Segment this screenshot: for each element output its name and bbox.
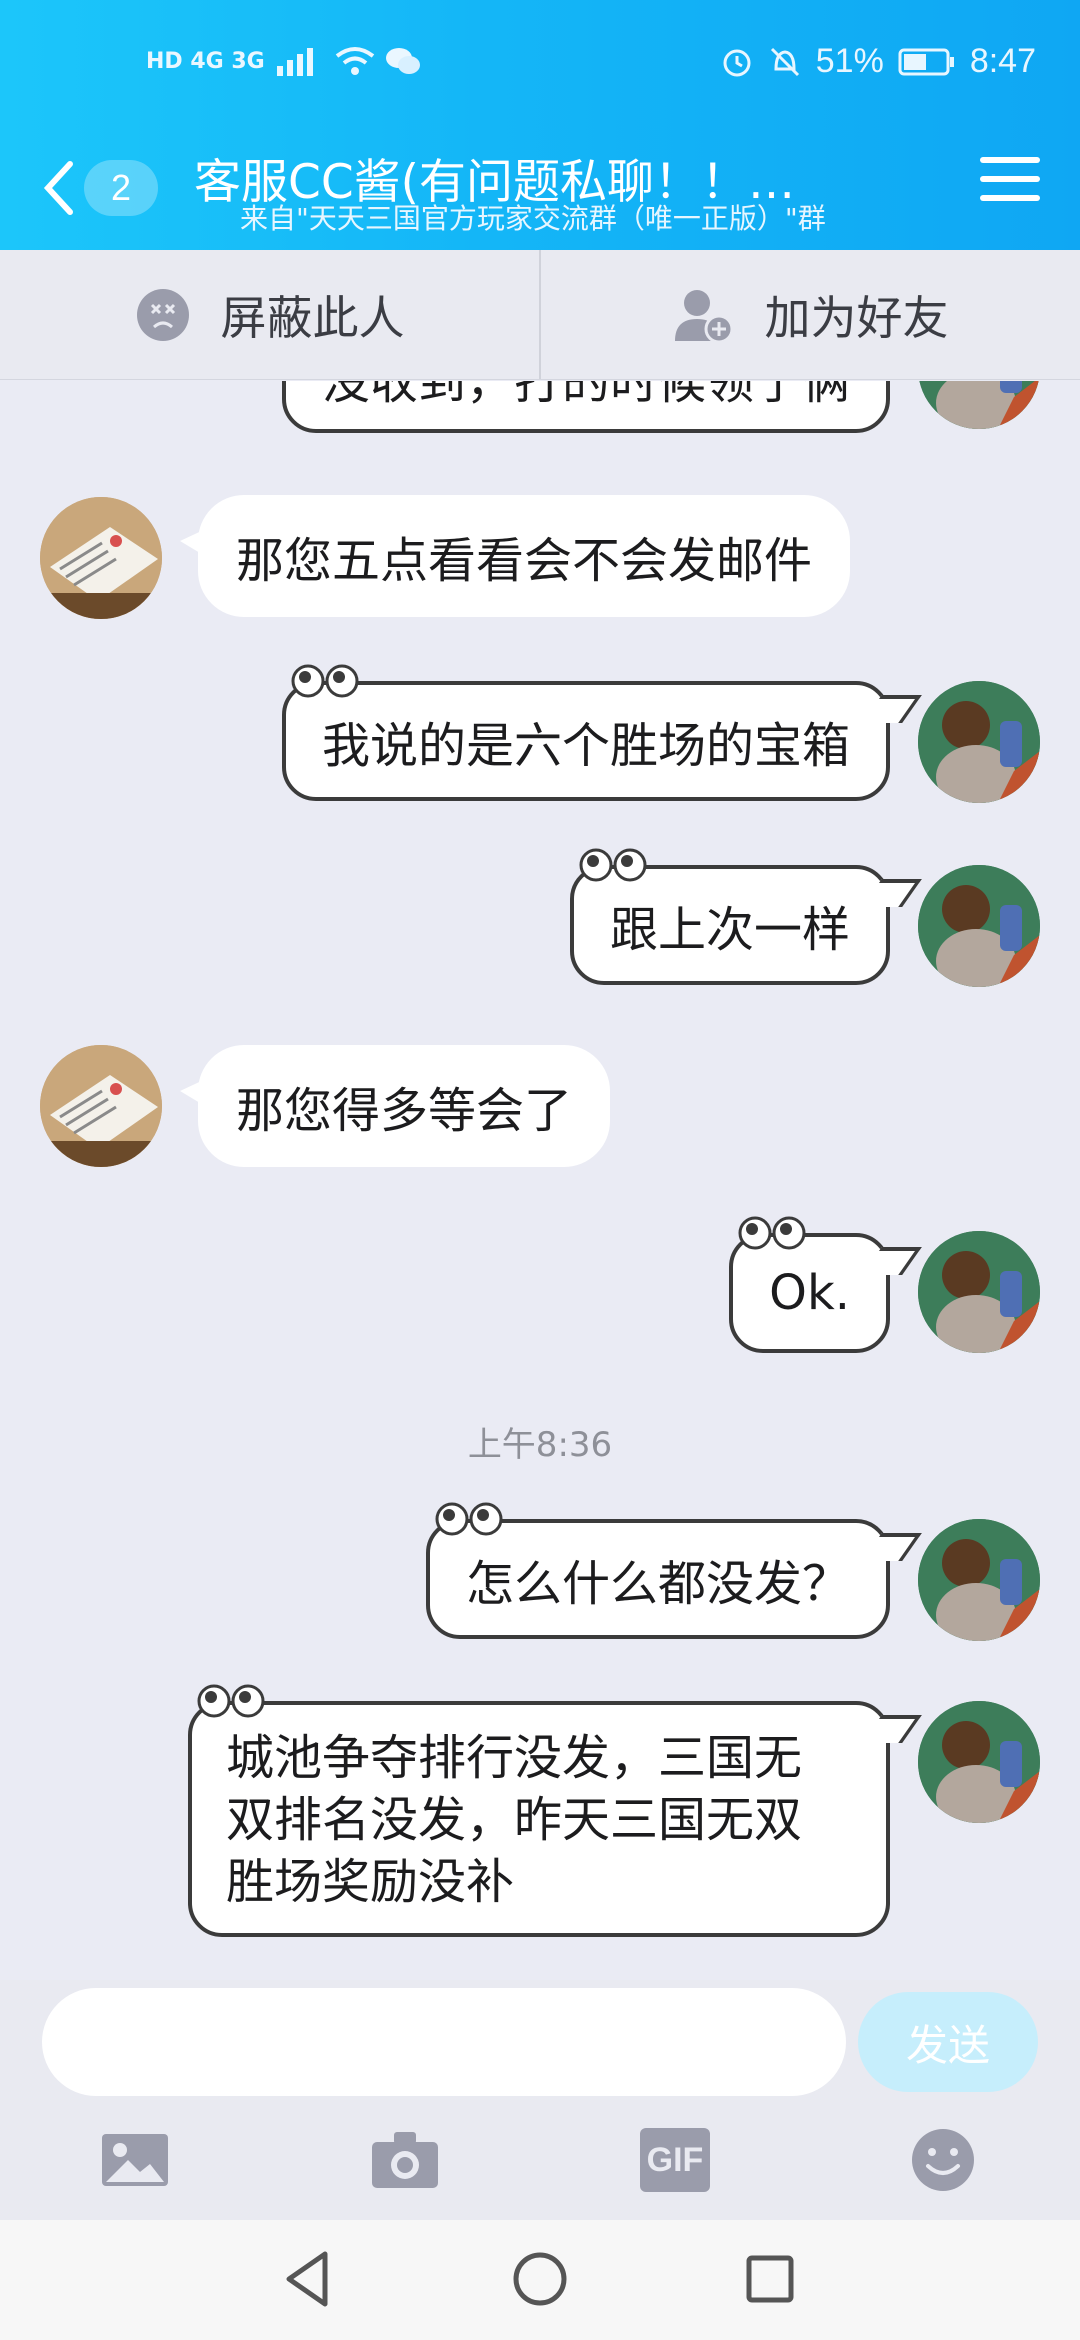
network-indicators: HD 4G 3G — [146, 48, 265, 74]
nav-recents-icon[interactable] — [735, 2244, 805, 2314]
avatar[interactable] — [40, 1045, 162, 1167]
battery-percent: 51% — [815, 42, 884, 80]
block-user-label: 屏蔽此人 — [220, 290, 405, 345]
system-nav-bar — [0, 2220, 1080, 2340]
back-button[interactable]: 2 — [42, 153, 172, 223]
bubble-eyes-decoration — [197, 1684, 265, 1718]
message-text: 怎么什么都没发？ — [465, 1556, 850, 1612]
avatar[interactable] — [40, 497, 162, 619]
message-text: 没收到，打的时候领了俩 — [321, 381, 850, 410]
nav-back-icon[interactable] — [275, 2244, 345, 2314]
wechat-icon — [385, 48, 420, 74]
bubble-eyes-decoration — [738, 1216, 806, 1250]
wifi-icon — [335, 47, 374, 75]
message-text-line: 双排名没发，昨天三国无双 — [226, 1792, 803, 1848]
bubble-eyes-decoration — [435, 1502, 503, 1536]
gif-label: GIF — [646, 2140, 704, 2179]
add-friend-label: 加为好友 — [764, 290, 949, 345]
chevron-left-icon — [43, 161, 73, 215]
chat-header: HD 4G 3G 51% 8:47 2 客服CC酱(有问题私聊！！… 来自"天天… — [0, 0, 1080, 250]
message-list[interactable]: 没收到，打的时候领了俩 那您五点看看会不会发邮件 我说的是六个胜场的宝箱 跟上次… — [0, 381, 1080, 1981]
message-text: 跟上次一样 — [609, 902, 850, 958]
bubble-eyes-decoration — [291, 664, 359, 698]
message-bubble[interactable]: 跟上次一样 — [569, 848, 890, 985]
battery-icon — [898, 48, 954, 75]
camera-icon[interactable] — [370, 2128, 440, 2192]
action-bar: 屏蔽此人 加为好友 — [0, 250, 1080, 380]
message-text-line: 胜场奖励没补 — [226, 1854, 515, 1910]
avatar[interactable] — [918, 1231, 1040, 1353]
message-bubble[interactable]: 那您得多等会了 — [179, 1045, 611, 1167]
clock: 8:47 — [969, 42, 1036, 80]
message-text: 那您五点看看会不会发邮件 — [236, 533, 813, 589]
add-user-icon — [674, 289, 733, 343]
add-friend-button[interactable]: 加为好友 — [539, 250, 1080, 379]
message-text-line: 城池争夺排行没发，三国无 — [226, 1730, 803, 1786]
timestamp: 上午8:36 — [467, 1425, 613, 1465]
message-text: 我说的是六个胜场的宝箱 — [321, 718, 850, 774]
menu-icon[interactable] — [980, 157, 1040, 207]
block-user-button[interactable]: 屏蔽此人 — [0, 250, 539, 379]
gif-icon[interactable]: GIF — [640, 2128, 710, 2192]
message-bubble[interactable]: 城池争夺排行没发，三国无 双排名没发，昨天三国无双 胜场奖励没补 — [188, 1684, 890, 1937]
avatar[interactable] — [918, 381, 1040, 429]
title-row: 2 客服CC酱(有问题私聊！！… 来自"天天三国官方玩家交流群（唯一正版）"群 — [0, 135, 1080, 245]
message-bubble[interactable]: 我说的是六个胜场的宝箱 — [281, 664, 890, 801]
mute-icon — [770, 47, 799, 76]
status-bar: HD 4G 3G 51% 8:47 — [0, 0, 1080, 130]
message-text: Ok. — [769, 1265, 850, 1321]
chat-subtitle: 来自"天天三国官方玩家交流群（唯一正版）"群 — [240, 202, 826, 235]
image-icon[interactable] — [100, 2128, 170, 2192]
bubble-eyes-decoration — [579, 848, 647, 882]
message-bubble[interactable]: 那您五点看看会不会发邮件 — [179, 495, 851, 617]
signal-icon — [276, 48, 313, 76]
emoji-icon[interactable] — [910, 2128, 976, 2192]
composer: 发送 GIF — [0, 1980, 1080, 2220]
alarm-icon — [723, 49, 751, 76]
block-face-icon — [136, 288, 189, 341]
avatar[interactable] — [918, 1701, 1040, 1823]
avatar[interactable] — [918, 681, 1040, 803]
message-bubble[interactable]: 怎么什么都没发？ — [425, 1502, 890, 1639]
message-input[interactable] — [42, 1988, 846, 2096]
avatar[interactable] — [918, 1519, 1040, 1641]
unread-count-badge: 2 — [84, 160, 158, 216]
status-left: HD 4G 3G — [146, 46, 421, 76]
send-button[interactable]: 发送 — [858, 1992, 1038, 2092]
message-text: 那您得多等会了 — [236, 1083, 573, 1139]
avatar[interactable] — [918, 865, 1040, 987]
status-right: 51% 8:47 — [720, 42, 1036, 81]
nav-home-icon[interactable] — [505, 2244, 575, 2314]
message-bubble[interactable]: 没收到，打的时候领了俩 — [281, 381, 890, 433]
message-bubble[interactable]: Ok. — [729, 1216, 890, 1353]
